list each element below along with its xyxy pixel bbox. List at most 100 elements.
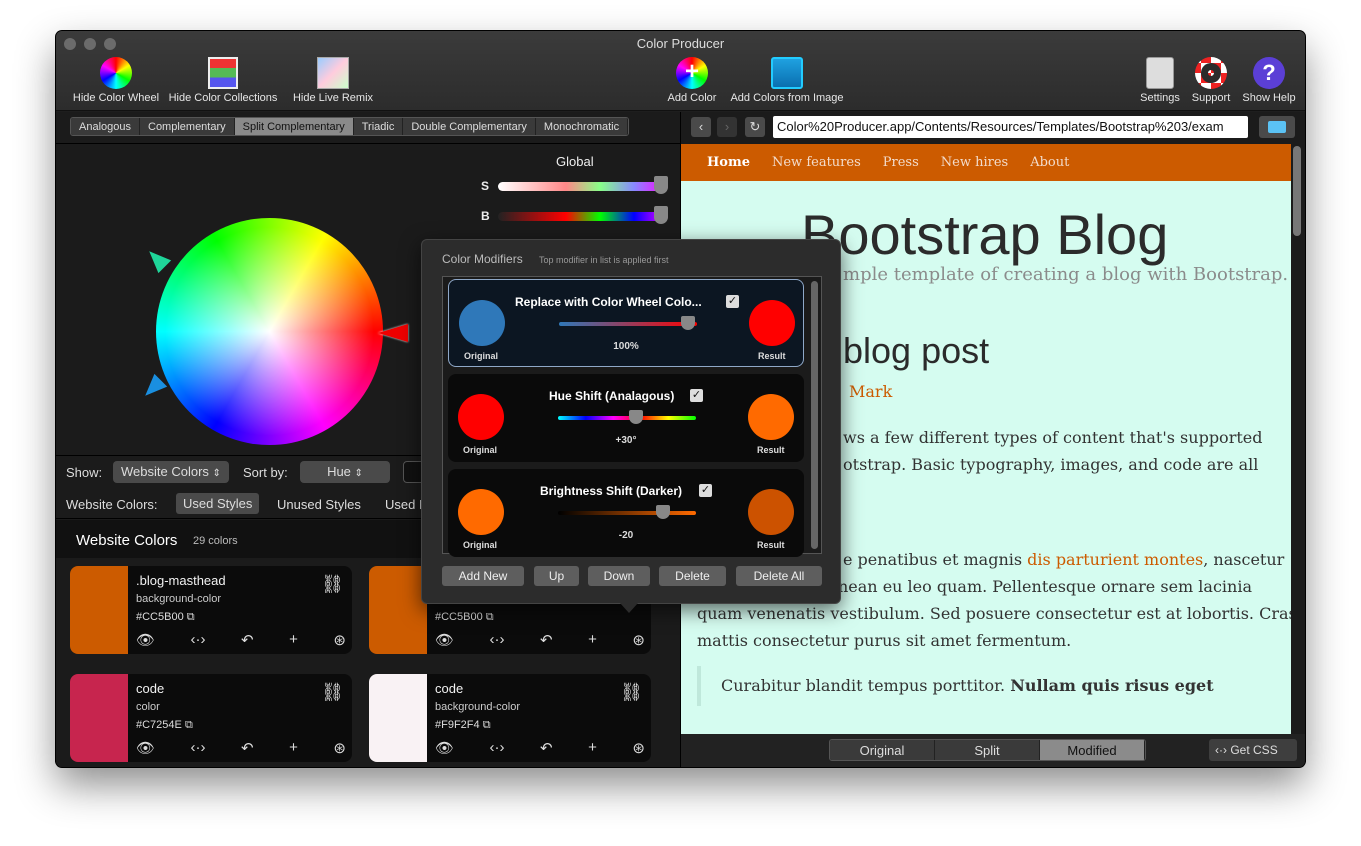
brightness-slider-knob[interactable] (654, 206, 668, 224)
settings-button[interactable]: Settings (1136, 57, 1184, 104)
wheel-marker-secondary-1[interactable] (142, 244, 172, 274)
result-label: Result (757, 445, 785, 455)
color-card[interactable]: .blog-masthead background-color #CC5B00 … (70, 566, 352, 654)
wheel-marker-primary[interactable] (378, 324, 408, 342)
forward-button[interactable]: › (717, 117, 737, 137)
reload-button[interactable]: ↻ (745, 117, 765, 137)
revert-icon[interactable]: ↶ (241, 739, 254, 757)
modifier-enabled-checkbox[interactable]: ✓ (726, 295, 739, 308)
eye-icon[interactable]: 👁 (435, 739, 454, 757)
copy-icon[interactable]: ⧉ (486, 611, 494, 623)
delete-modifier-button[interactable]: Delete (659, 566, 726, 586)
sort-popup[interactable]: Hue ⇕ (300, 461, 390, 483)
chevron-updown-icon: ⇕ (354, 468, 363, 479)
url-field[interactable]: Color%20Producer.app/Contents/Resources/… (773, 116, 1248, 138)
modifier-slider[interactable] (559, 322, 697, 326)
web-preview-scrollbar[interactable] (1293, 146, 1301, 236)
color-channels-icon[interactable]: ⊛ (333, 739, 346, 757)
tab-complementary[interactable]: Complementary (140, 118, 235, 135)
show-help-button[interactable]: ? Show Help (1239, 57, 1299, 104)
tab-split-complementary[interactable]: Split Complementary (234, 118, 354, 135)
modifier-slider[interactable] (558, 416, 696, 420)
saturation-slider-knob[interactable] (654, 176, 668, 194)
modifiers-list-scrollbar[interactable] (811, 281, 818, 549)
code-icon[interactable]: ‹·› (191, 631, 206, 649)
modifier-slider[interactable] (558, 511, 696, 515)
wheel-marker-secondary-2[interactable] (138, 373, 168, 403)
modifier-enabled-checkbox[interactable]: ✓ (690, 389, 703, 402)
tab-monochromatic[interactable]: Monochromatic (535, 118, 629, 135)
modifier-enabled-checkbox[interactable]: ✓ (699, 484, 712, 497)
support-button[interactable]: Support (1188, 57, 1234, 104)
site-nav-home[interactable]: Home (707, 155, 750, 170)
open-folder-button[interactable] (1259, 116, 1295, 138)
link-icon[interactable]: ⛓ (321, 574, 344, 595)
unused-styles-button[interactable]: Unused Styles (277, 497, 361, 512)
color-swatch[interactable] (70, 674, 128, 762)
color-channels-icon[interactable]: ⊛ (632, 631, 645, 649)
move-up-button[interactable]: Up (534, 566, 579, 586)
back-button[interactable]: ‹ (691, 117, 711, 137)
saturation-slider[interactable] (498, 182, 668, 191)
show-popup[interactable]: Website Colors ⇕ (113, 461, 229, 483)
modifier-item[interactable]: Original Replace with Color Wheel Colo..… (448, 279, 804, 367)
copy-icon[interactable]: ⧉ (185, 719, 193, 731)
color-swatch[interactable] (70, 566, 128, 654)
tab-analogous[interactable]: Analogous (71, 118, 140, 135)
move-down-button[interactable]: Down (588, 566, 650, 586)
hide-color-collections-button[interactable]: Hide Color Collections (164, 57, 282, 104)
delete-all-modifiers-button[interactable]: Delete All (736, 566, 822, 586)
color-swatch[interactable] (369, 566, 427, 654)
view-mode-split[interactable]: Split (935, 740, 1040, 760)
result-color-circle (749, 300, 795, 346)
eye-icon[interactable]: 👁 (136, 739, 155, 757)
tab-triadic[interactable]: Triadic (353, 118, 404, 135)
post-author-link[interactable]: Mark (849, 382, 892, 401)
modifier-item[interactable]: Original Hue Shift (Analagous) ✓ +30° Re… (448, 374, 804, 462)
color-card[interactable]: code background-color #F9F2F4 ⧉ ⛓ 👁 ‹·› ↶ +… (369, 674, 651, 762)
hide-live-remix-button[interactable]: Hide Live Remix (288, 57, 378, 104)
get-css-button[interactable]: ‹·› Get CSS (1209, 739, 1297, 761)
add-new-modifier-button[interactable]: Add New (442, 566, 524, 586)
add-icon[interactable]: + (588, 739, 597, 757)
add-icon[interactable]: + (289, 739, 298, 757)
modifier-slider-knob[interactable] (629, 410, 643, 424)
card-hex-value: #CC5B00 (136, 611, 184, 623)
modifier-slider-knob[interactable] (656, 505, 670, 519)
site-nav-new-features[interactable]: New features (772, 155, 861, 170)
eye-icon[interactable]: 👁 (435, 631, 454, 649)
site-nav-new-hires[interactable]: New hires (941, 155, 1008, 170)
code-icon[interactable]: ‹·› (191, 739, 206, 757)
add-colors-from-image-button[interactable]: Add Colors from Image (724, 57, 850, 104)
used-styles-button[interactable]: Used Styles (176, 493, 260, 514)
broken-link-icon[interactable]: ⛓ (620, 682, 643, 703)
revert-icon[interactable]: ↶ (540, 631, 553, 649)
view-mode-original[interactable]: Original (830, 740, 935, 760)
tab-double-complementary[interactable]: Double Complementary (403, 118, 536, 135)
site-nav-press[interactable]: Press (883, 155, 919, 170)
add-color-button[interactable]: + Add Color (662, 57, 722, 104)
site-nav-about[interactable]: About (1030, 155, 1069, 170)
modifier-item[interactable]: Original Brightness Shift (Darker) ✓ -20… (448, 469, 804, 557)
code-icon[interactable]: ‹·› (490, 739, 505, 757)
add-icon[interactable]: + (289, 631, 298, 649)
post-inline-link[interactable]: dis parturient montes (1027, 550, 1203, 569)
code-icon[interactable]: ‹·› (490, 631, 505, 649)
revert-icon[interactable]: ↶ (241, 631, 254, 649)
revert-icon[interactable]: ↶ (540, 739, 553, 757)
color-channels-icon[interactable]: ⊛ (333, 631, 346, 649)
global-label: Global (556, 154, 594, 169)
eye-icon[interactable]: 👁 (136, 631, 155, 649)
view-mode-modified[interactable]: Modified (1040, 740, 1145, 760)
broken-link-icon[interactable]: ⛓ (321, 682, 344, 703)
color-card[interactable]: code color #C7254E ⧉ ⛓ 👁 ‹·› ↶ + ⊛ (70, 674, 352, 762)
color-wheel[interactable] (156, 218, 383, 445)
modifier-slider-knob[interactable] (681, 316, 695, 330)
copy-icon[interactable]: ⧉ (483, 719, 491, 731)
hide-color-wheel-button[interactable]: Hide Color Wheel (64, 57, 168, 104)
add-icon[interactable]: + (588, 631, 597, 649)
color-channels-icon[interactable]: ⊛ (632, 739, 645, 757)
color-swatch[interactable] (369, 674, 427, 762)
brightness-slider[interactable] (498, 212, 668, 221)
copy-icon[interactable]: ⧉ (187, 611, 195, 623)
